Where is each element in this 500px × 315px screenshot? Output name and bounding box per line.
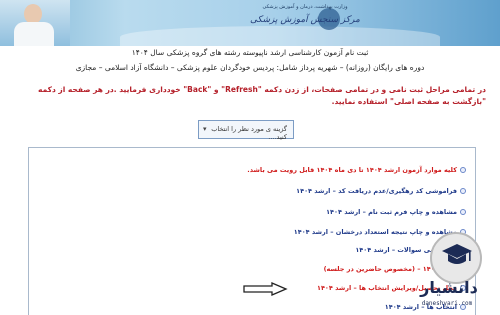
radio-icon <box>460 188 466 194</box>
select-placeholder: گزینه ی مورد نظر را انتخاب کنید.... <box>211 125 287 141</box>
logo-name: دانشیار <box>420 278 478 297</box>
arrow-right-icon <box>243 282 288 296</box>
center-name: مرکز سنجش آموزش پزشکی <box>250 15 360 25</box>
page-subtitle: دوره های رایگان (روزانه) – شهریه پرداز ش… <box>75 63 425 72</box>
header-banner: وزارت بهداشت، درمان و آموزش پزشکی مرکز س… <box>0 0 500 46</box>
nurse-illustration <box>0 0 70 46</box>
list-item[interactable]: مشاهده و چاپ فرم ثبت نام – ارشد ۱۴۰۴ <box>326 208 466 216</box>
page-title: ثبت نام آزمون کارشناسی ارشد ناپیوسته رشت… <box>131 48 369 57</box>
list-item[interactable]: فراموشی کد رهگیری/عدم دریافت کد – ارشد ۱… <box>296 187 466 195</box>
ministry-line: وزارت بهداشت، درمان و آموزش پزشکی <box>262 4 348 10</box>
logo-url: daneshyari.com <box>421 300 473 307</box>
list-item[interactable]: کلیه موارد آزمون ارشد ۱۴۰۴ تا دی ماه ۱۴۰… <box>247 166 466 174</box>
radio-icon <box>460 209 466 215</box>
graduation-cap-icon <box>430 232 482 284</box>
radio-icon <box>460 167 466 173</box>
warning-text: در تمامی مراحل ثبت نامی و در تمامی صفحات… <box>38 85 486 106</box>
chevron-down-icon: ▾ <box>203 125 207 133</box>
option-select[interactable]: گزینه ی مورد نظر را انتخاب کنید.... ▾ <box>198 120 294 141</box>
site-logo <box>430 232 482 284</box>
